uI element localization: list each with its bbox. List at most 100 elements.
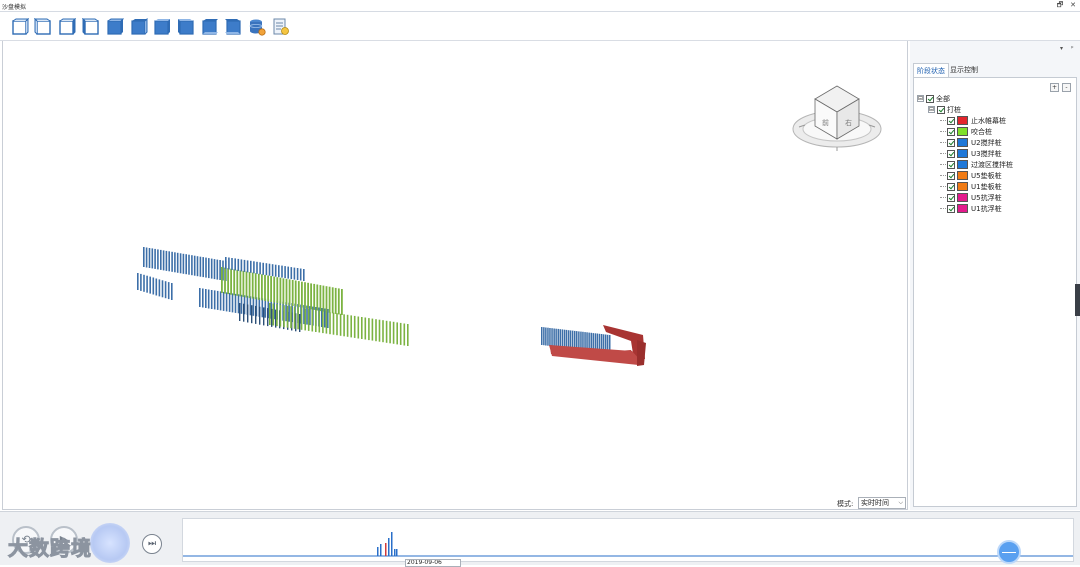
collapse-icon[interactable]: ⊟ (928, 106, 935, 113)
tree-group-row[interactable]: ⊟ 打桩 (928, 104, 961, 115)
pin-icon[interactable]: ᵖ (1071, 45, 1074, 52)
pile (221, 267, 223, 293)
view-front-icon[interactable] (11, 17, 30, 36)
tab-label: 显示控制 (950, 66, 978, 74)
tree-item[interactable]: U3搅拌桩 (940, 148, 1002, 159)
pile (257, 273, 260, 300)
pile (576, 331, 578, 350)
pile (227, 268, 229, 295)
tree-item[interactable]: U1垫板桩 (940, 181, 1002, 192)
view-cube[interactable]: 前 右 (789, 83, 885, 155)
collapse-all-button[interactable]: - (1062, 83, 1071, 92)
view-right-icon[interactable] (81, 17, 100, 36)
checkbox[interactable] (947, 149, 955, 158)
collapse-icon[interactable]: ⊟ (917, 95, 924, 102)
pile (567, 330, 570, 349)
view-nw-icon[interactable] (177, 18, 195, 36)
database-settings-icon[interactable] (248, 18, 266, 36)
checkbox[interactable] (926, 94, 934, 103)
pile (319, 285, 322, 312)
timeline-bar (391, 532, 393, 556)
pile (179, 253, 182, 274)
pile (296, 268, 299, 280)
tree-connector (940, 175, 946, 176)
pile (249, 296, 252, 316)
pile (325, 311, 328, 334)
pile (389, 321, 391, 344)
pile (228, 292, 231, 312)
mode-select[interactable]: 实时时间 ⌵ (858, 497, 906, 509)
view-left-icon[interactable] (58, 17, 77, 36)
view-back-icon[interactable] (33, 17, 52, 36)
tree-item[interactable]: 咬合桩 (940, 126, 992, 137)
pile (140, 273, 142, 291)
checkbox[interactable] (947, 116, 955, 125)
report-icon[interactable] (272, 18, 290, 36)
checkbox[interactable] (947, 193, 955, 202)
checkbox[interactable] (947, 182, 955, 191)
tree-item-label: U5垫板桩 (971, 171, 1002, 180)
view-top-icon[interactable] (106, 18, 125, 36)
pile (364, 317, 367, 340)
restore-button[interactable]: 🗗 (1055, 1, 1065, 12)
view-bottom-icon[interactable] (130, 17, 148, 36)
pile (205, 257, 207, 278)
tree-item[interactable]: U1抗浮桩 (940, 203, 1002, 214)
svg-text:前: 前 (822, 118, 829, 127)
checkbox[interactable] (947, 171, 955, 180)
checkbox[interactable] (947, 204, 955, 213)
scene-canvas[interactable] (3, 41, 909, 510)
side-panel-handle[interactable] (1075, 284, 1080, 316)
pile (243, 259, 246, 272)
tab-display-control[interactable]: 显示控制 (947, 63, 981, 77)
dropdown-arrow-icon[interactable]: ▾ (1060, 45, 1063, 52)
3d-viewport[interactable]: 前 右 模式: 实时时间 ⌵ (2, 41, 908, 510)
date-picker[interactable]: 2019-09-06 (405, 559, 461, 567)
pile (322, 285, 325, 312)
timeline-histogram[interactable] (182, 518, 1074, 562)
tree-item[interactable]: U5抗浮桩 (940, 192, 1002, 203)
fast-forward-button[interactable]: ⏭ (142, 534, 162, 554)
blue-pile-wall-upper (143, 247, 227, 281)
view-ne-icon[interactable] (153, 18, 171, 36)
pile (208, 258, 210, 279)
pile (357, 316, 360, 339)
pile (216, 290, 219, 310)
checkbox[interactable] (947, 160, 955, 169)
tree-item[interactable]: 过渡区搅拌桩 (940, 159, 1013, 170)
pile (337, 288, 340, 315)
expand-all-button[interactable]: + (1050, 83, 1059, 92)
playback-bar: ⟲ ▶ 大数跨境 ⏭ (0, 511, 1080, 565)
checkbox[interactable] (947, 127, 955, 136)
tree-item[interactable]: U2搅拌桩 (940, 137, 1002, 148)
timeline-bar (380, 544, 382, 556)
tree-item-label: U2搅拌桩 (971, 138, 1002, 147)
pile (245, 271, 248, 298)
pile (291, 280, 294, 306)
timeline-cursor[interactable] (997, 540, 1021, 564)
tree-item[interactable]: U5垫板桩 (940, 170, 1002, 181)
tree-item[interactable]: 止水帷幕桩 (940, 115, 1006, 126)
tab-stage-status[interactable]: 阶段状态 (913, 63, 949, 77)
pile (233, 269, 236, 296)
play-button[interactable] (90, 523, 130, 563)
blue-pile-wall-small (137, 273, 173, 300)
checkbox[interactable] (947, 138, 955, 147)
pile (293, 306, 296, 329)
pile (407, 324, 409, 346)
pile (304, 308, 306, 331)
view-sw-icon[interactable] (224, 18, 242, 36)
pile (284, 266, 286, 279)
tree-group-label: 打桩 (947, 105, 961, 114)
tree-root-row[interactable]: ⊟ 全部 (917, 93, 950, 104)
view-se-icon[interactable] (201, 18, 219, 36)
pile (259, 262, 261, 275)
pile (569, 330, 572, 349)
tree-connector (940, 186, 946, 187)
tree-connector (940, 120, 946, 121)
checkbox[interactable] (937, 105, 945, 114)
pile (259, 306, 261, 325)
close-button[interactable]: ✕ (1068, 1, 1078, 9)
stage-tree: + - ⊟ 全部 ⊟ 打桩 止水帷幕桩 咬合桩 U2搅拌桩 U3搅拌桩 过渡区搅… (913, 77, 1077, 507)
pile (378, 319, 381, 342)
